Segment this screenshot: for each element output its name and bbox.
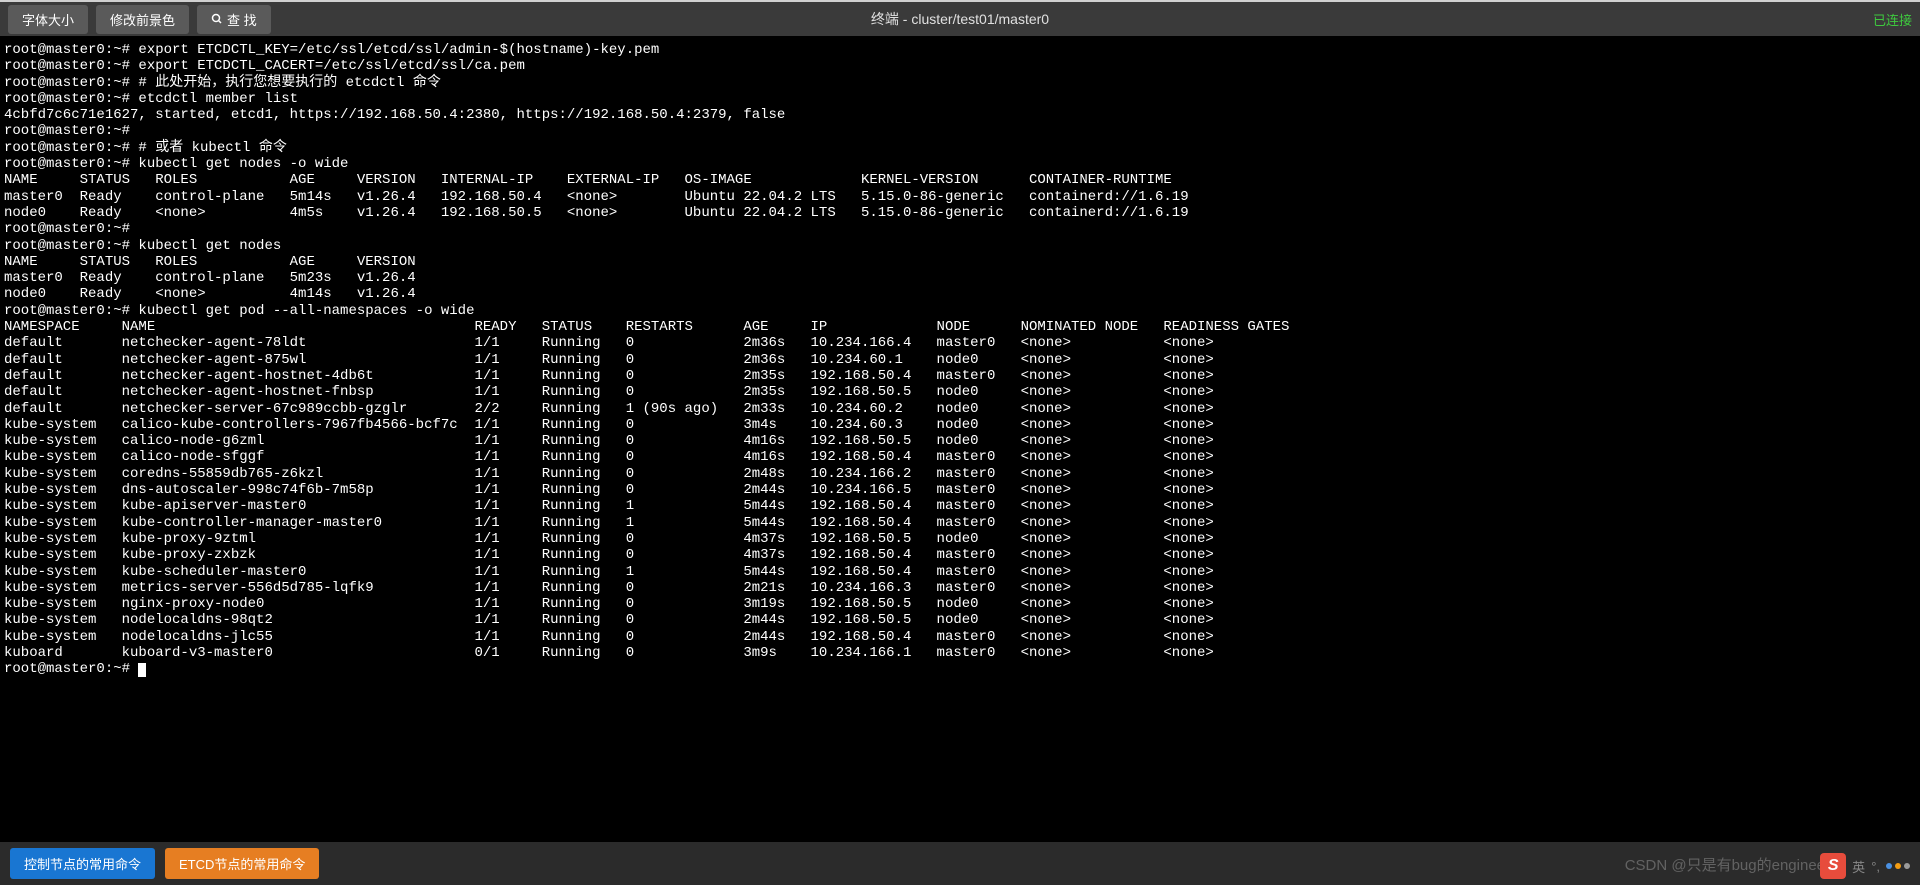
window-title: 终端 - cluster/test01/master0 — [871, 9, 1049, 29]
bottom-tabs: 控制节点的常用命令 ETCD节点的常用命令 — [0, 842, 329, 885]
etcd-node-commands-tab[interactable]: ETCD节点的常用命令 — [165, 848, 319, 879]
ime-dots — [1886, 863, 1910, 869]
ime-mode[interactable]: 英 — [1852, 857, 1865, 876]
watermark: CSDN @只是有bug的engineer — [1625, 854, 1830, 875]
sogou-icon[interactable]: S — [1820, 853, 1846, 879]
ime-indicator: S 英 °, — [1820, 853, 1910, 879]
connection-status: 已连接 — [1873, 10, 1912, 29]
find-label: 查 找 — [227, 10, 257, 29]
terminal-output[interactable]: root@master0:~# export ETCDCTL_KEY=/etc/… — [0, 36, 1920, 842]
modify-foreground-button[interactable]: 修改前景色 — [96, 5, 189, 34]
search-icon — [211, 13, 223, 25]
control-node-commands-tab[interactable]: 控制节点的常用命令 — [10, 848, 155, 879]
ime-punct: °, — [1871, 859, 1880, 874]
terminal-cursor — [138, 663, 146, 677]
find-button[interactable]: 查 找 — [197, 5, 271, 34]
toolbar: 字体大小 修改前景色 查 找 终端 - cluster/test01/maste… — [0, 0, 1920, 36]
font-size-button[interactable]: 字体大小 — [8, 5, 88, 34]
